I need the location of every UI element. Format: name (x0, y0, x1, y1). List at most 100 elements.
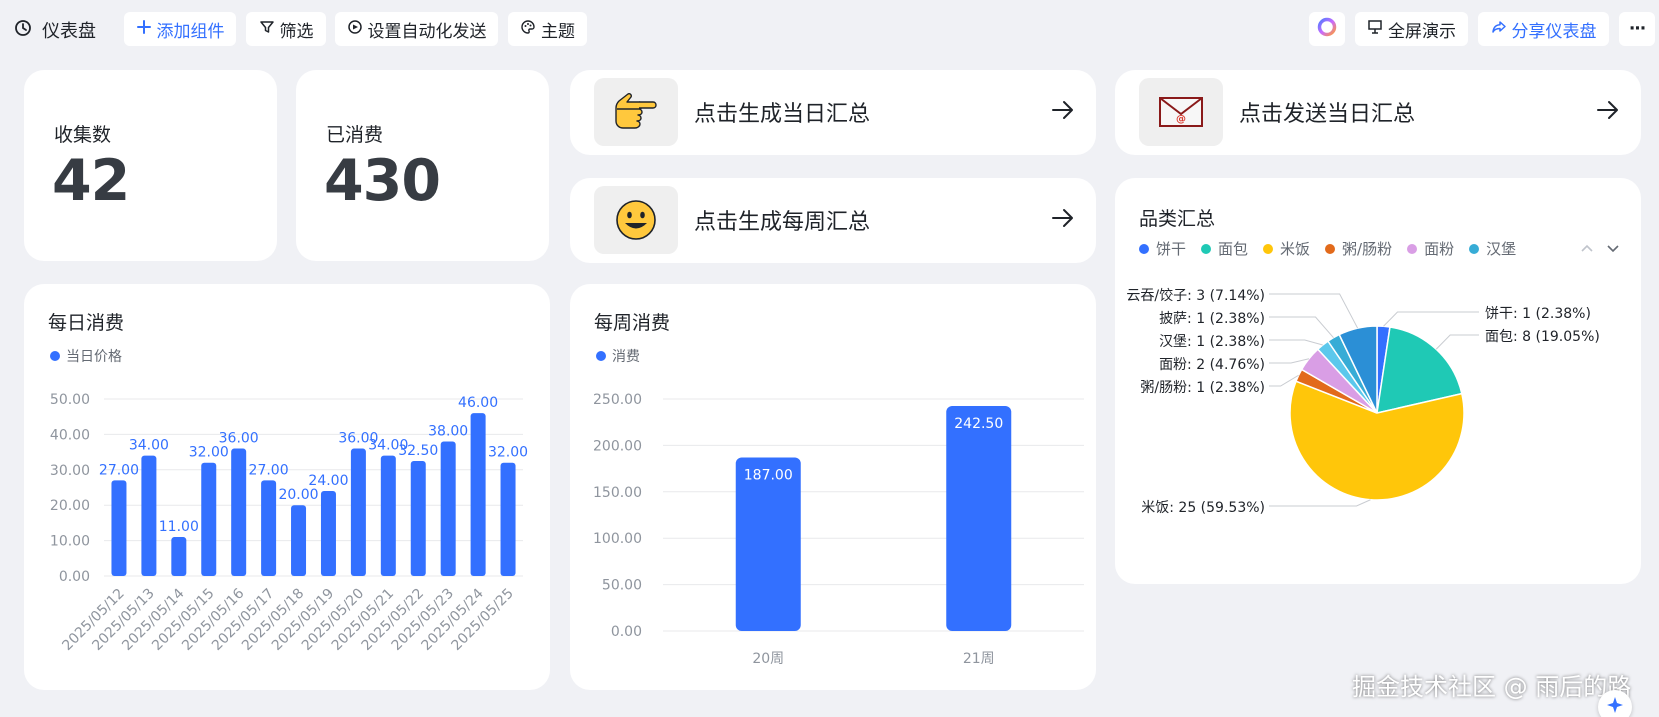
theme-button[interactable]: 主题 (508, 12, 587, 46)
collect-count-card: 收集数 42 (24, 70, 277, 261)
bar (946, 405, 1012, 631)
ai-assistant-button[interactable] (1309, 12, 1345, 46)
weekly-consumption-card: 每周消费 消费 0.00 50.00 100.00 150.00 200.00 250.0… (570, 284, 1096, 690)
add-widget-button[interactable]: 添加组件 (124, 12, 236, 46)
label-leader (1383, 311, 1479, 327)
y-tick-label: 200.00 (593, 438, 642, 454)
svg-text:@: @ (1176, 114, 1186, 125)
slice-label: 粥/肠粉: 1 (2.38%) (1140, 379, 1265, 396)
auto-send-button[interactable]: 设置自动化发送 (335, 12, 498, 46)
data-label: 242.50 (954, 416, 1003, 432)
share-icon (1491, 19, 1507, 40)
category-pie-chart: 饼干: 1 (2.38%) 面包: 8 (19.05%) 米饭: 25 (59.53… (1126, 288, 1599, 516)
smiley-face-icon (594, 186, 678, 254)
label-leader (1269, 339, 1323, 346)
y-tick-label: 20.00 (50, 498, 90, 514)
label-leader (1269, 499, 1371, 507)
data-label: 46.00 (458, 395, 498, 411)
dashboard-title-text: 仪表盘 (42, 21, 96, 42)
slice-label: 饼干: 1 (2.38%) (1485, 306, 1591, 322)
consumed-value: 430 (324, 148, 441, 214)
more-options-button[interactable]: ··· (1619, 12, 1655, 46)
y-tick-label: 150.00 (593, 485, 642, 501)
watermark-text: 掘金技术社区 @ 雨后的路 (1352, 673, 1632, 701)
slice-label: 汉堡: 1 (2.38%) (1159, 334, 1265, 350)
bar (231, 448, 247, 576)
daily-bar-chart: 0.0010.0020.0030.0040.0050.0027.002025/0… (50, 392, 528, 654)
arrow-right-icon (1052, 208, 1074, 232)
send-daily-summary-label: 点击发送当日汇总 (1239, 102, 1416, 127)
consumed-label: 已消费 (326, 124, 384, 146)
email-envelope-icon: @ (1139, 78, 1223, 146)
bar (410, 460, 426, 576)
bar (470, 413, 486, 576)
daily-consumption-card: 每日消费 当日价格 0.00 10.00 20.00 30.00 40.00 50.00 2… (24, 284, 550, 690)
bar (141, 455, 157, 576)
y-tick-label: 250.00 (593, 392, 642, 408)
send-daily-summary-card[interactable]: @ 点击发送当日汇总 (1115, 70, 1641, 155)
data-label: 187.00 (744, 467, 793, 483)
bar (350, 448, 366, 576)
label-leader (1269, 316, 1334, 338)
palette-icon (520, 19, 536, 40)
bar (171, 537, 187, 576)
bar (380, 455, 396, 576)
y-tick-label: 50.00 (602, 578, 642, 594)
data-label: 24.00 (308, 473, 348, 489)
plus-icon (136, 19, 152, 40)
dashboard-toolbar: 仪表盘 添加组件 筛选 设置自动化发送 主题 全屏演示 分享仪表盘 ··· (0, 0, 1659, 58)
data-label: 32.00 (488, 445, 528, 461)
category-summary-card: 品类汇总 饼干 面包 米饭 粥/肠粉 面粉 汉堡 饼干: 1 (2.38%) 面包: 8 (… (1115, 178, 1641, 584)
bar (735, 457, 801, 631)
label-leader (1435, 334, 1479, 350)
bar (111, 480, 127, 576)
data-label: 36.00 (219, 431, 259, 447)
weekly-summary-card[interactable]: 点击生成每周汇总 (570, 178, 1096, 263)
data-label: 20.00 (278, 487, 318, 503)
arrow-right-icon (1597, 100, 1619, 124)
collect-count-value: 42 (52, 148, 130, 214)
x-tick-label: 20周 (752, 651, 784, 667)
data-label: 34.00 (129, 438, 169, 454)
daily-summary-card[interactable]: 点击生成当日汇总 (570, 70, 1096, 155)
consumed-card: 已消费 430 (296, 70, 549, 261)
more-icon: ··· (1628, 19, 1646, 39)
data-label: 27.00 (99, 462, 139, 478)
bar (440, 441, 456, 576)
filter-button[interactable]: 筛选 (246, 12, 326, 46)
label-leader (1269, 293, 1359, 329)
y-tick-label: 0.00 (611, 624, 642, 640)
bar (500, 462, 516, 576)
data-label: 38.00 (428, 423, 468, 439)
weekly-summary-label: 点击生成每周汇总 (694, 210, 871, 235)
clock-icon (14, 19, 32, 42)
slice-label: 披萨: 1 (2.38%) (1159, 311, 1265, 327)
collect-count-label: 收集数 (54, 124, 112, 146)
bar (320, 491, 336, 576)
data-label: 27.00 (249, 462, 289, 478)
arrow-right-icon (1052, 100, 1074, 124)
y-tick-label: 10.00 (50, 534, 90, 550)
share-label: 分享仪表盘 (1511, 21, 1597, 42)
bar (261, 480, 277, 576)
weekly-bar-chart: 0.00 50.00 100.00 150.00 200.00 250.00 187.00 2… (593, 392, 1084, 667)
automation-icon (347, 19, 363, 40)
bar (201, 462, 217, 576)
ai-sparkle-button[interactable] (1598, 690, 1632, 717)
auto-send-label: 设置自动化发送 (367, 21, 487, 42)
fullscreen-present-button[interactable]: 全屏演示 (1355, 12, 1468, 46)
slice-label: 米饭: 25 (59.53%) (1141, 500, 1265, 516)
data-label: 11.00 (159, 519, 199, 535)
slice-label: 云吞/饺子: 3 (7.14%) (1126, 288, 1265, 304)
y-tick-label: 40.00 (50, 427, 90, 443)
add-widget-label: 添加组件 (156, 21, 225, 42)
share-dashboard-button[interactable]: 分享仪表盘 (1478, 12, 1609, 46)
y-tick-label: 30.00 (50, 463, 90, 479)
y-tick-label: 100.00 (593, 531, 642, 547)
presentation-icon (1367, 19, 1383, 40)
dashboard-title[interactable]: 仪表盘 (14, 17, 96, 43)
y-tick-label: 0.00 (59, 569, 90, 585)
data-label: 32.00 (189, 445, 229, 461)
data-label: 32.50 (398, 443, 438, 459)
slice-label: 面粉: 2 (4.76%) (1159, 357, 1265, 373)
